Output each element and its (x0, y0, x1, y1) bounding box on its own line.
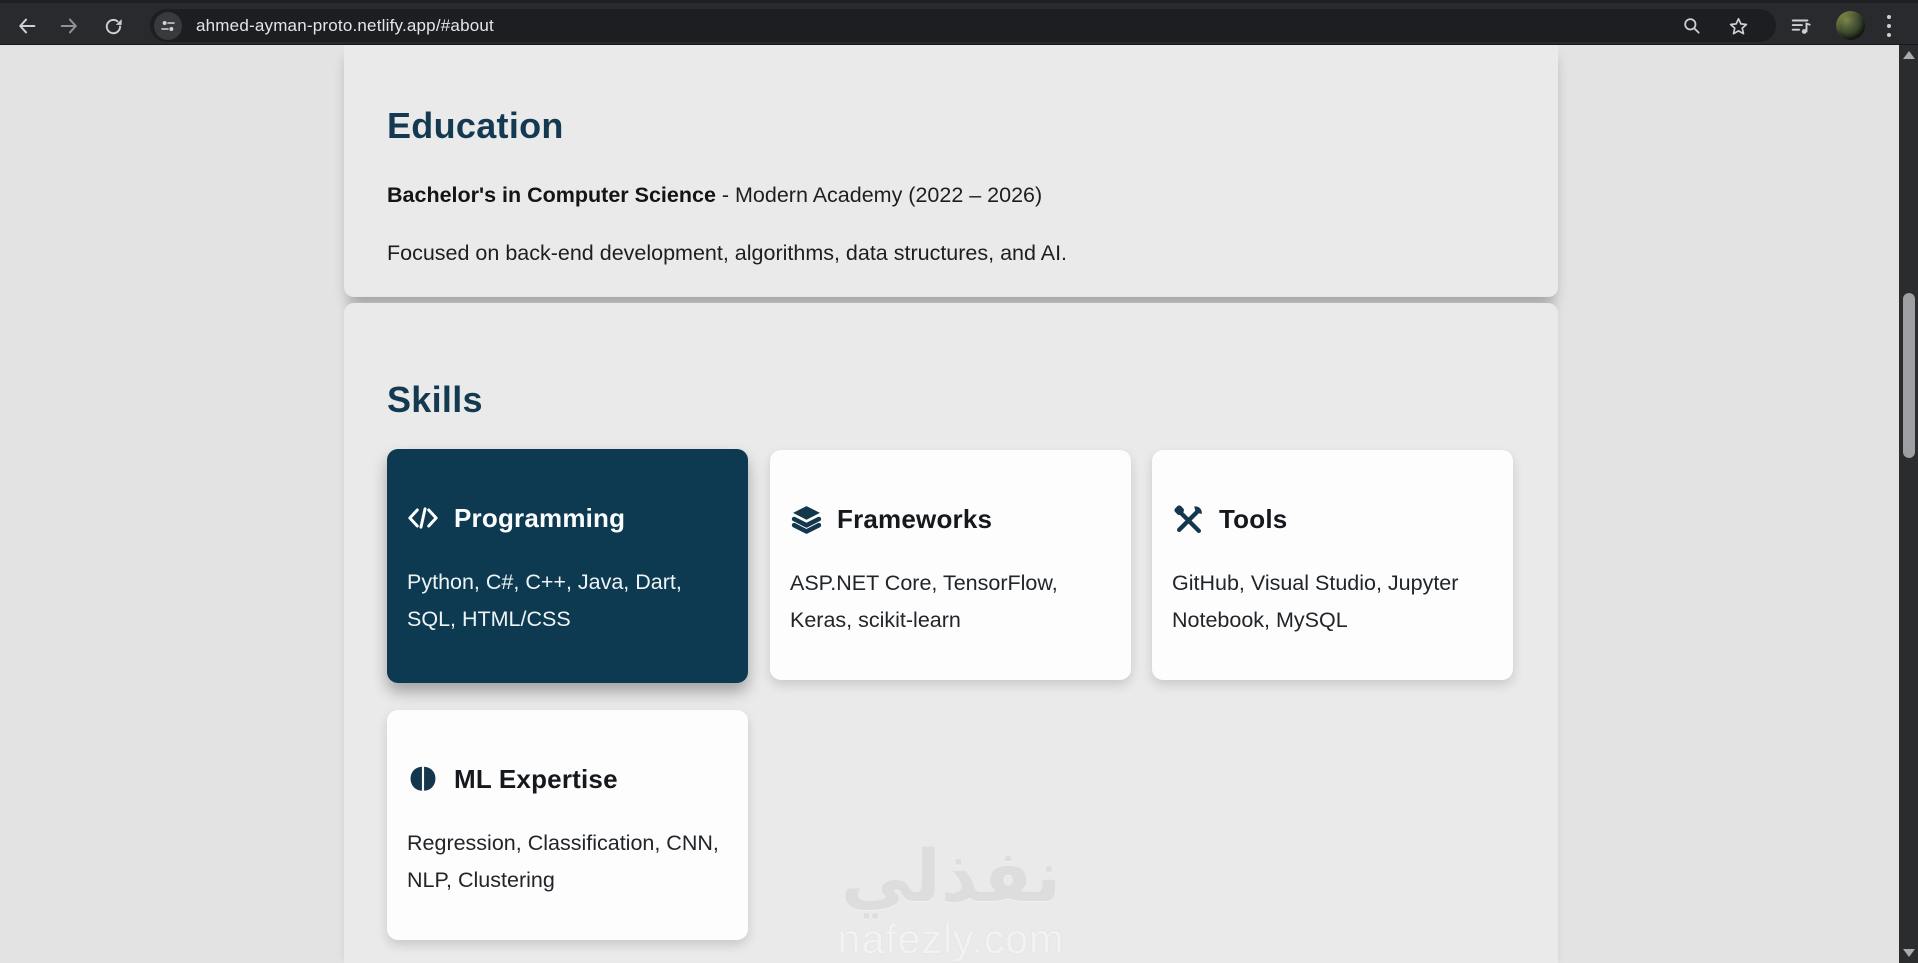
skills-heading: Skills (387, 379, 483, 420)
browser-window: ahmed-ayman-proto.netlify.app/#about Edu… (0, 0, 1918, 963)
chevron-down-icon (1902, 949, 1915, 957)
skill-card-items: Regression, Classification, CNN, NLP, Cl… (407, 831, 719, 892)
media-controls-button[interactable] (1786, 11, 1816, 41)
bookmark-star-icon (1729, 17, 1747, 35)
zoom-search-icon (1684, 18, 1700, 34)
site-settings-button[interactable] (154, 11, 182, 40)
vertical-scrollbar[interactable] (1899, 45, 1918, 963)
skill-card-title: Frameworks (837, 503, 993, 534)
degree-school: - Modern Academy (2022 – 2026) (715, 183, 1043, 207)
skill-card-tools[interactable]: Tools GitHub, Visual Studio, Jupyter Not… (1152, 450, 1513, 680)
education-description: Focused on back-end development, algorit… (387, 241, 1068, 265)
reload-button[interactable] (98, 11, 128, 41)
scroll-down-button[interactable] (1899, 945, 1918, 961)
zoom-button[interactable] (1681, 15, 1703, 37)
skill-card-title: ML Expertise (454, 763, 618, 794)
reload-icon (105, 18, 122, 34)
education-degree-line: Bachelor's in Computer Science - Modern … (387, 183, 1042, 208)
code-icon (407, 502, 439, 534)
back-button[interactable] (12, 11, 42, 41)
skill-card-programming[interactable]: Programming Python, C#, C++, Java, Dart,… (387, 449, 748, 683)
layers-icon (790, 503, 822, 535)
tools-icon (1172, 503, 1204, 535)
browser-menu-button[interactable] (1884, 15, 1894, 37)
skill-card-items: GitHub, Visual Studio, Jupyter Notebook,… (1172, 571, 1459, 632)
brain-icon (407, 763, 439, 795)
skill-card-items: Python, C#, C++, Java, Dart, SQL, HTML/C… (407, 570, 682, 631)
skill-card-title: Tools (1219, 503, 1288, 534)
education-heading: Education (387, 105, 564, 146)
forward-arrow-icon (60, 18, 77, 34)
profile-avatar[interactable] (1836, 11, 1865, 40)
education-section: Education Bachelor's in Computer Science… (344, 45, 1558, 297)
forward-button[interactable] (54, 11, 84, 41)
chevron-up-icon (1902, 51, 1915, 59)
address-bar[interactable]: ahmed-ayman-proto.netlify.app/#about (150, 9, 1776, 42)
bookmark-button[interactable] (1727, 15, 1749, 37)
scrollbar-thumb[interactable] (1902, 293, 1915, 458)
skill-card-frameworks[interactable]: Frameworks ASP.NET Core, TensorFlow, Ker… (770, 450, 1131, 680)
media-controls-icon (1791, 19, 1811, 34)
browser-toolbar: ahmed-ayman-proto.netlify.app/#about (0, 0, 1918, 45)
menu-dots-icon (1887, 15, 1891, 19)
skill-card-ml-expertise[interactable]: ML Expertise Regression, Classification,… (387, 710, 748, 940)
skill-card-title: Programming (454, 502, 626, 533)
url-text[interactable]: ahmed-ayman-proto.netlify.app/#about (196, 9, 494, 42)
skill-card-items: ASP.NET Core, TensorFlow, Keras, scikit-… (790, 571, 1058, 632)
scroll-up-button[interactable] (1899, 47, 1918, 63)
back-arrow-icon (19, 18, 36, 34)
site-settings-tune-icon (161, 20, 175, 31)
degree-title: Bachelor's in Computer Science (387, 183, 716, 207)
